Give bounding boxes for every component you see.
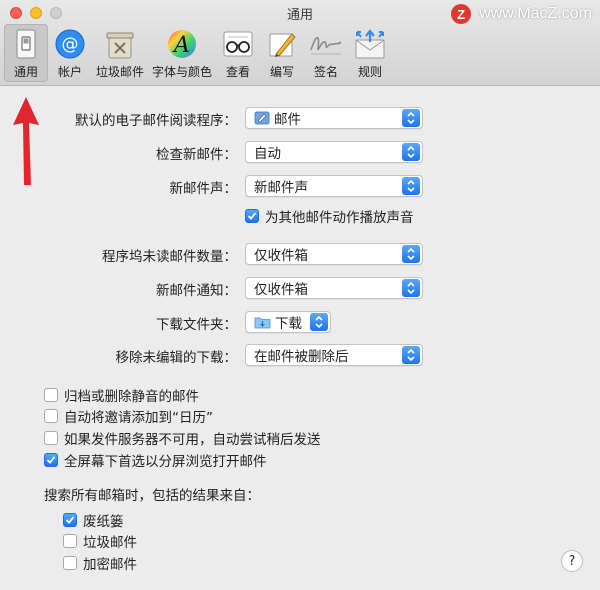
checkbox-box [44,431,58,445]
new-mail-sound-popup[interactable]: 新邮件声 [245,175,423,197]
watermark: Z www.MacZ.com [451,3,592,25]
glasses-icon [220,27,256,61]
tab-junk-mail-label: 垃圾邮件 [96,65,145,79]
check-mail-value: 自动 [254,146,281,162]
tab-junk-mail[interactable]: 垃圾邮件 [92,24,148,82]
default-reader-row: 默认的电子邮件阅读程序： 邮件 [0,107,600,129]
play-sounds-label: 为其他邮件动作播放声音 [265,210,414,226]
tab-rules-label: 规则 [358,65,383,79]
remove-downloads-row: 移除未编辑的下载： 在邮件被删除后 [0,344,600,366]
signature-icon [308,27,344,61]
remove-downloads-label: 移除未编辑的下载： [115,350,238,366]
default-reader-label: 默认的电子邮件阅读程序： [75,113,237,129]
add-invitations-checkbox[interactable]: 自动将邀请添加到“日历” [44,406,213,426]
trash-bin-icon [102,27,138,61]
at-sign-icon: @ [52,27,88,61]
checkmark-icon [63,513,77,527]
check-mail-row: 检查新邮件： 自动 [0,141,600,163]
check-mail-popup[interactable]: 自动 [245,141,423,163]
new-mail-sound-value: 新邮件声 [254,180,308,196]
dock-unread-label: 程序坞未读邮件数量： [102,249,237,265]
tab-fonts-colors[interactable]: A 字体与颜色 [148,24,216,82]
dock-unread-row: 程序坞未读邮件数量： 仅收件箱 [0,243,600,265]
checkbox-box [44,388,58,402]
checkbox-box [63,534,77,548]
mail-preferences-window: 通用 Z www.MacZ.com 通用 @ 帐户 垃圾邮件 A 字体与颜色 查… [0,0,600,590]
tab-general[interactable]: 通用 [4,24,48,82]
remove-downloads-popup[interactable]: 在邮件被删除后 [245,344,423,366]
tab-general-label: 通用 [13,65,38,79]
tab-signatures[interactable]: 签名 [304,24,348,82]
rules-envelope-icon [352,27,388,61]
macz-logo-icon: Z [451,4,472,24]
check-mail-label: 检查新邮件： [156,147,237,163]
checkmark-icon [245,209,259,223]
split-view-checkbox[interactable]: 全屏幕下首选以分屏浏览打开邮件 [44,450,267,470]
font-color-icon: A [164,27,200,61]
archive-muted-checkbox[interactable]: 归档或删除静音的邮件 [44,385,199,405]
dock-unread-value: 仅收件箱 [254,248,308,264]
search-trash-label: 废纸篓 [83,514,124,530]
tab-composing-label: 编写 [270,65,295,79]
checkbox-box [63,556,77,570]
general-switch-icon [8,27,44,61]
split-view-label: 全屏幕下首选以分屏浏览打开邮件 [64,454,267,470]
new-mail-sound-label: 新邮件声： [169,181,238,197]
search-encrypted-label: 加密邮件 [83,557,137,573]
svg-text:@: @ [62,35,79,55]
watermark-text: www.MacZ.com [479,5,592,22]
downloads-folder-icon [254,315,271,329]
mail-app-icon [254,110,270,126]
popup-arrows-icon [310,313,328,331]
svg-text:A: A [172,33,190,58]
new-mail-notify-row: 新邮件通知： 仅收件箱 [0,277,600,299]
search-junk-checkbox[interactable]: 垃圾邮件 [63,531,137,551]
default-reader-popup[interactable]: 邮件 [245,107,423,129]
downloads-folder-row: 下载文件夹： 下载 [0,311,600,333]
add-invitations-label: 自动将邀请添加到“日历” [64,410,213,426]
tab-rules[interactable]: 规则 [348,24,392,82]
popup-arrows-icon [402,109,420,127]
preferences-toolbar: 通用 @ 帐户 垃圾邮件 A 字体与颜色 查看 编写 签名 规则 [4,24,392,84]
tab-composing[interactable]: 编写 [260,24,304,82]
tab-signatures-label: 签名 [314,65,339,79]
popup-arrows-icon [402,177,420,195]
downloads-folder-popup[interactable]: 下载 [245,311,331,333]
new-mail-notify-label: 新邮件通知： [156,283,237,299]
downloads-folder-value: 下载 [275,316,302,332]
tab-viewing-label: 查看 [226,65,251,79]
search-junk-label: 垃圾邮件 [83,535,137,551]
search-trash-checkbox[interactable]: 废纸篓 [63,510,124,530]
play-sounds-checkbox[interactable]: 为其他邮件动作播放声音 [245,206,414,226]
tab-accounts[interactable]: @ 帐户 [48,24,92,82]
new-mail-sound-row: 新邮件声： 新邮件声 [0,175,600,197]
dock-unread-popup[interactable]: 仅收件箱 [245,243,423,265]
default-reader-value: 邮件 [274,112,301,128]
downloads-folder-label: 下载文件夹： [156,317,237,333]
new-mail-notify-popup[interactable]: 仅收件箱 [245,277,423,299]
popup-arrows-icon [402,245,420,263]
popup-arrows-icon [402,346,420,364]
checkbox-box [44,409,58,423]
retry-send-checkbox[interactable]: 如果发件服务器不可用，自动尝试稍后发送 [44,428,321,448]
tab-viewing[interactable]: 查看 [216,24,260,82]
new-mail-notify-value: 仅收件箱 [254,282,308,298]
retry-send-label: 如果发件服务器不可用，自动尝试稍后发送 [64,432,321,448]
archive-muted-label: 归档或删除静音的邮件 [64,389,199,405]
checkmark-icon [44,453,58,467]
tab-accounts-label: 帐户 [57,65,82,79]
search-section-title: 搜索所有邮箱时，包括的结果来自： [44,488,260,504]
popup-arrows-icon [402,279,420,297]
search-encrypted-checkbox[interactable]: 加密邮件 [63,553,137,573]
title-bar: 通用 Z www.MacZ.com 通用 @ 帐户 垃圾邮件 A 字体与颜色 查… [0,0,600,86]
popup-arrows-icon [402,143,420,161]
tab-fonts-colors-label: 字体与颜色 [152,65,213,79]
remove-downloads-value: 在邮件被删除后 [254,349,349,365]
pencil-icon [264,27,300,61]
help-button[interactable]: ? [561,550,583,572]
